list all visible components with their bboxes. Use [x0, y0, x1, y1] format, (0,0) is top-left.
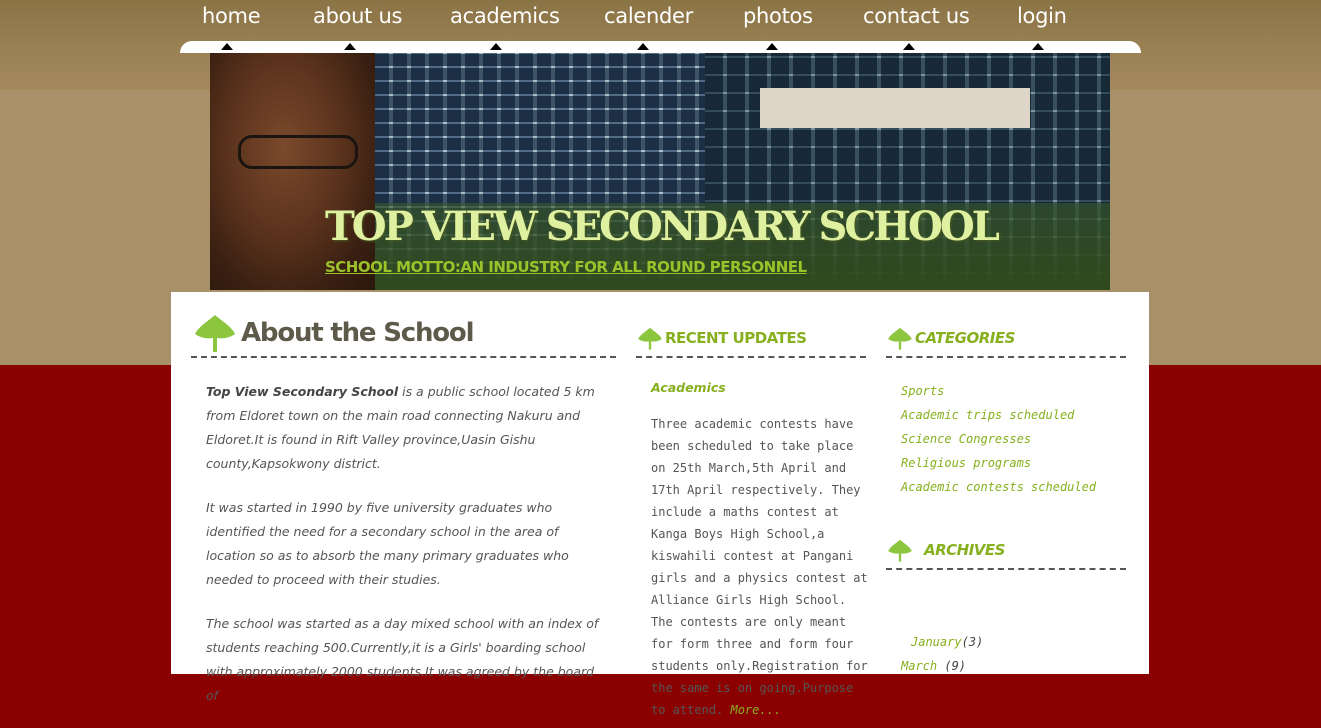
categories-heading: CATEGORIES [915, 329, 1015, 347]
about-heading-block: About the School [191, 312, 616, 358]
nav-photos[interactable]: photos [743, 4, 813, 28]
nav-pointer-icon [766, 43, 778, 50]
header-banner: TOP VIEW SECONDARY SCHOOL SCHOOL MOTTO:A… [210, 53, 1110, 290]
recent-updates: Academics Three academic contests have b… [651, 380, 871, 721]
nav-calender[interactable]: calender [604, 4, 693, 28]
archives-heading-block: ARCHIVES [886, 534, 1126, 570]
nav-home[interactable]: home [202, 4, 261, 28]
content-panel: About the School RECENT UPDATES CATEGORI… [171, 292, 1149, 717]
leaf-icon [638, 327, 662, 350]
leaf-icon [888, 327, 912, 350]
portrait-glasses [238, 135, 358, 169]
leaf-icon [888, 539, 912, 562]
more-link[interactable]: More... [730, 703, 781, 717]
archive-month[interactable]: January [911, 635, 962, 649]
recent-heading: RECENT UPDATES [665, 329, 807, 347]
recent-category-link[interactable]: Academics [651, 380, 871, 395]
about-paragraph: The school was started as a day mixed sc… [206, 616, 599, 703]
about-paragraph: It was started in 1990 by five universit… [206, 500, 569, 587]
main-nav: home about us academics calender photos … [180, 0, 1141, 40]
category-item[interactable]: Academic contests scheduled [901, 475, 1096, 499]
nav-login[interactable]: login [1017, 4, 1067, 28]
nav-pointer-icon [637, 43, 649, 50]
about-heading: About the School [241, 318, 474, 348]
nav-contact-us[interactable]: contact us [863, 4, 970, 28]
about-text: Top View Secondary School is a public sc… [206, 380, 606, 728]
nav-pointer-icon [344, 43, 356, 50]
school-motto: SCHOOL MOTTO:AN INDUSTRY FOR ALL ROUND P… [325, 258, 807, 276]
recent-update-body: Three academic contests have been schedu… [651, 417, 868, 717]
school-name-strong: Top View Secondary School [206, 384, 399, 399]
archives-list: January(3) March (9) [901, 630, 983, 678]
recent-heading-block: RECENT UPDATES [636, 322, 866, 358]
archives-heading: ARCHIVES [924, 541, 1005, 559]
nav-about-us[interactable]: about us [313, 4, 402, 28]
about-paragraph: Top View Secondary School is a public sc… [206, 380, 606, 476]
archive-item[interactable]: March (9) [901, 654, 983, 678]
category-item[interactable]: Academic trips scheduled [901, 403, 1096, 427]
category-item[interactable]: Religious programs [901, 451, 1096, 475]
nav-academics[interactable]: academics [450, 4, 560, 28]
nav-pointer-icon [1032, 43, 1044, 50]
leaf-icon [195, 315, 235, 352]
nav-shelf [180, 41, 1141, 53]
archive-count: (9) [937, 659, 967, 673]
archive-month[interactable]: March [901, 659, 937, 673]
banner-portico [760, 88, 1030, 128]
category-item[interactable]: Sports [901, 379, 1096, 403]
nav-pointer-icon [221, 43, 233, 50]
archive-item[interactable]: January(3) [901, 630, 983, 654]
categories-heading-block: CATEGORIES [886, 322, 1126, 358]
categories-list: Sports Academic trips scheduled Science … [901, 379, 1096, 499]
banner-portrait [210, 53, 375, 290]
recent-update-text: Three academic contests have been schedu… [651, 413, 871, 721]
nav-pointer-icon [903, 43, 915, 50]
school-title: TOP VIEW SECONDARY SCHOOL [325, 203, 1000, 250]
nav-pointer-icon [490, 43, 502, 50]
category-item[interactable]: Science Congresses [901, 427, 1096, 451]
archive-count: (3) [961, 635, 984, 649]
